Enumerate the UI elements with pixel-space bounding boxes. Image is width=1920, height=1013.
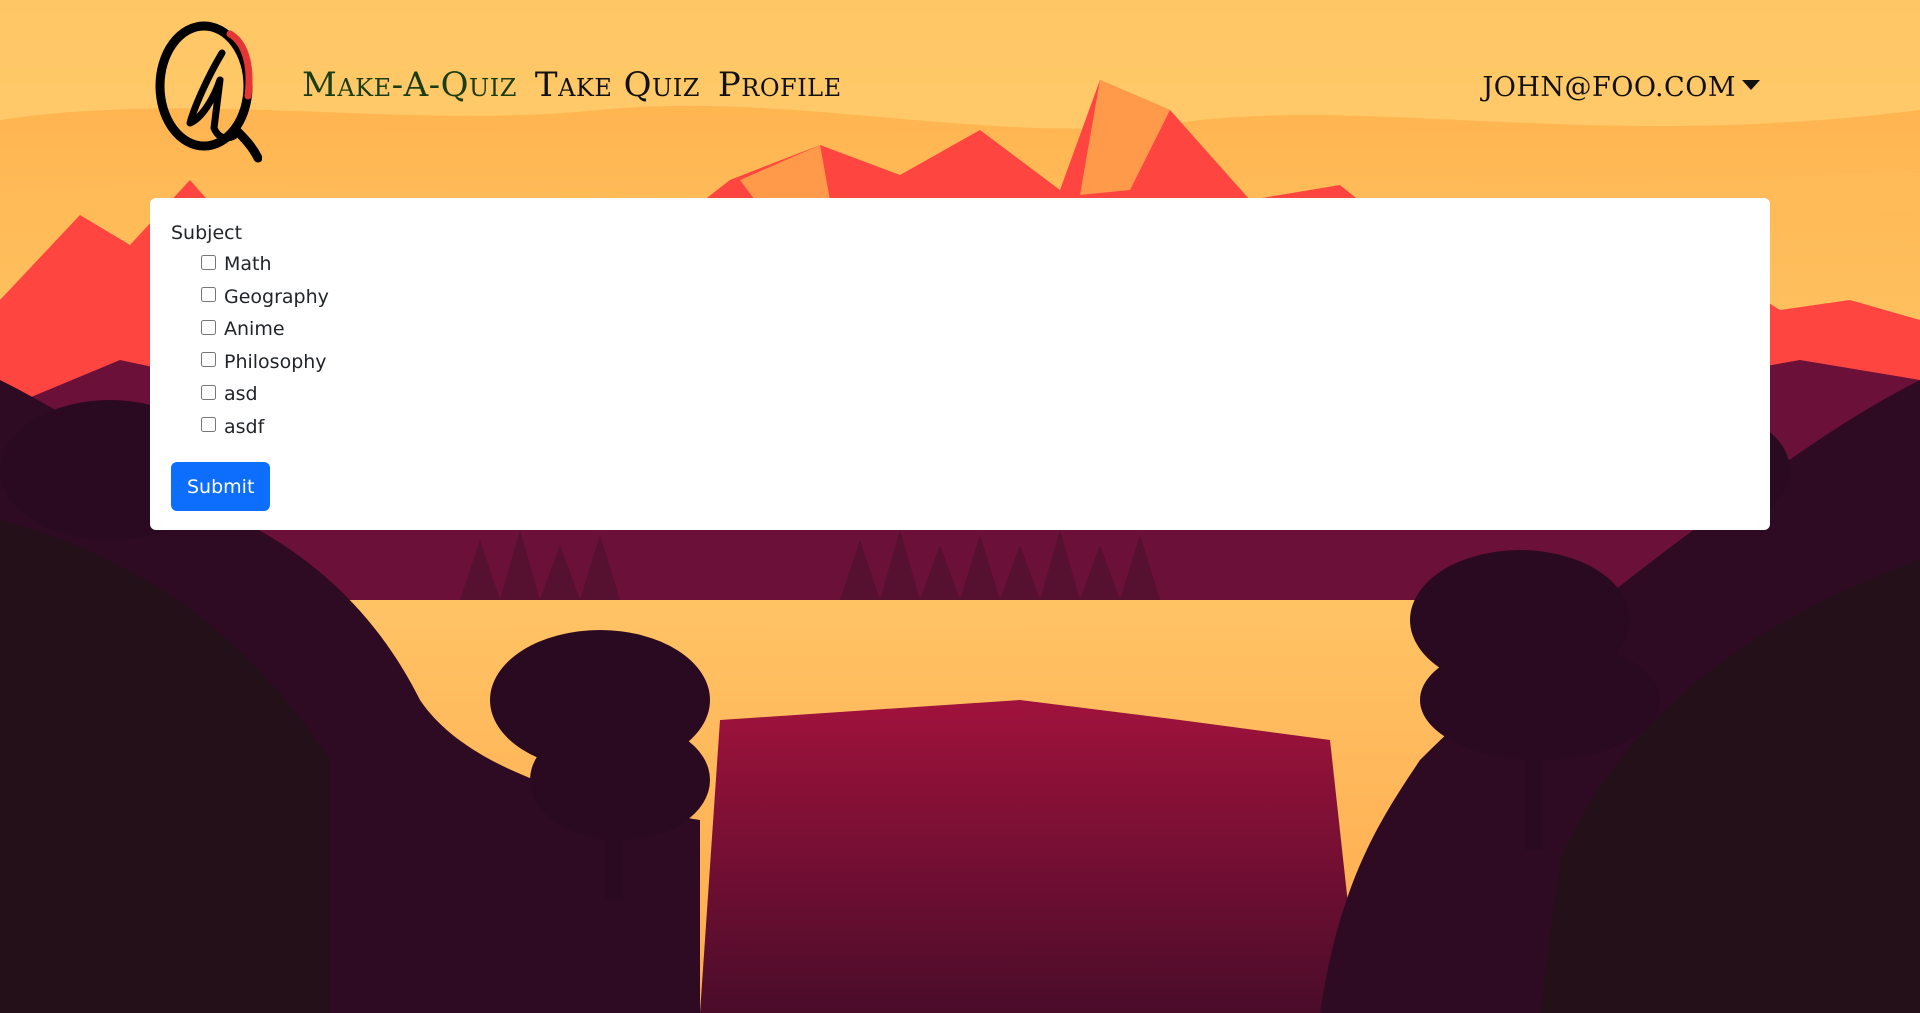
checkbox-asd[interactable]: [201, 384, 216, 400]
option-philosophy[interactable]: Philosophy: [201, 346, 1749, 379]
site-header: Make-A-Quiz Take Quiz Profile john@foo.c…: [0, 0, 1920, 195]
option-label: asd: [224, 383, 258, 406]
option-asdf[interactable]: asdf: [201, 411, 1749, 444]
option-anime[interactable]: Anime: [201, 313, 1749, 346]
checkbox-philosophy[interactable]: [201, 352, 216, 368]
nav-make-a-quiz[interactable]: Make-A-Quiz: [302, 68, 517, 102]
user-menu-dropdown[interactable]: john@foo.com: [1482, 72, 1760, 103]
option-label: Philosophy: [224, 350, 327, 373]
quiz-logo[interactable]: [152, 18, 262, 163]
option-label: asdf: [224, 415, 265, 438]
subject-form-card: Subject Math Geography Anime Philosophy …: [150, 198, 1770, 530]
main-nav: Make-A-Quiz Take Quiz Profile: [302, 68, 842, 102]
nav-take-quiz[interactable]: Take Quiz: [535, 68, 700, 102]
option-asd[interactable]: asd: [201, 378, 1749, 411]
option-geography[interactable]: Geography: [201, 281, 1749, 314]
dropdown-caret-icon[interactable]: [1742, 79, 1760, 90]
option-label: Math: [224, 253, 272, 276]
submit-button[interactable]: Submit: [171, 462, 271, 511]
checkbox-geography[interactable]: [201, 287, 216, 303]
checkbox-math[interactable]: [201, 254, 216, 270]
user-email[interactable]: john@foo.com: [1482, 72, 1736, 103]
option-math[interactable]: Math: [201, 248, 1749, 281]
subject-options: Math Geography Anime Philosophy asd asdf: [201, 248, 1749, 443]
subject-label: Subject: [171, 222, 243, 244]
checkbox-anime[interactable]: [201, 319, 216, 335]
nav-profile[interactable]: Profile: [718, 68, 842, 102]
option-label: Anime: [224, 318, 285, 341]
option-label: Geography: [224, 285, 329, 308]
checkbox-asdf[interactable]: [201, 417, 216, 433]
